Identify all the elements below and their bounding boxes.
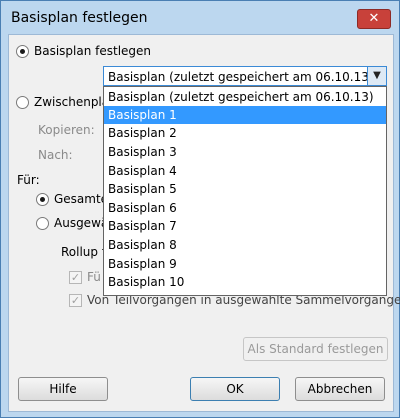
dropdown-item[interactable]: Basisplan 2 bbox=[104, 124, 386, 142]
basisplan-combobox[interactable]: Basisplan (zuletzt gespeichert am 06.10.… bbox=[103, 66, 387, 86]
basisplan-radio[interactable] bbox=[16, 45, 29, 58]
dialog-window: Basisplan festlegen ✕ Basisplan festlege… bbox=[0, 0, 400, 418]
dropdown-item[interactable]: Basisplan 6 bbox=[104, 199, 386, 217]
combobox-value: Basisplan (zuletzt gespeichert am 06.10.… bbox=[108, 70, 374, 84]
dropdown-item[interactable]: Basisplan 3 bbox=[104, 143, 386, 161]
rollup-fuer-checkbox[interactable]: ✓ bbox=[69, 271, 82, 284]
dropdown-item[interactable]: Basisplan 8 bbox=[104, 236, 386, 254]
title-bar: Basisplan festlegen ✕ bbox=[1, 1, 399, 33]
zwischenplan-radio-label: Zwischenpla bbox=[34, 95, 110, 109]
dialog-title: Basisplan festlegen bbox=[11, 10, 148, 26]
dropdown-item[interactable]: Basisplan 9 bbox=[104, 255, 386, 273]
abbrechen-button[interactable]: Abbrechen bbox=[295, 377, 385, 401]
basisplan-radio-label: Basisplan festlegen bbox=[34, 44, 152, 58]
ausgewaehlte-vorgaenge-label: Ausgewä bbox=[54, 216, 109, 230]
rollup-fuer-label: Fü bbox=[87, 270, 101, 284]
dropdown-item[interactable]: Basisplan 4 bbox=[104, 162, 386, 180]
fuer-label: Für: bbox=[17, 173, 40, 187]
nach-label: Nach: bbox=[38, 148, 73, 162]
dropdown-item[interactable]: Basisplan 10 bbox=[104, 273, 386, 291]
dropdown-item-selected[interactable]: Basisplan 1 bbox=[104, 106, 386, 124]
ausgewaehlte-vorgaenge-radio[interactable] bbox=[36, 217, 49, 230]
dropdown-item[interactable]: Basisplan 7 bbox=[104, 217, 386, 235]
chevron-down-icon[interactable]: ▼ bbox=[367, 67, 386, 85]
gesamtes-projekt-label: Gesamte bbox=[54, 192, 109, 206]
close-icon: ✕ bbox=[368, 11, 380, 26]
dialog-client-area: Basisplan festlegen Basisplan (zuletzt g… bbox=[8, 34, 400, 412]
kopieren-label: Kopieren: bbox=[38, 123, 95, 137]
gesamtes-projekt-radio[interactable] bbox=[36, 193, 49, 206]
als-standard-festlegen-button[interactable]: Als Standard festlegen bbox=[243, 337, 388, 361]
ok-button[interactable]: OK bbox=[190, 377, 280, 401]
dropdown-item[interactable]: Basisplan 5 bbox=[104, 180, 386, 198]
hilfe-button[interactable]: Hilfe bbox=[18, 377, 108, 401]
basisplan-dropdown-list: Basisplan (zuletzt gespeichert am 06.10.… bbox=[103, 86, 387, 296]
teilvorgaenge-checkbox[interactable]: ✓ bbox=[69, 294, 82, 307]
close-button[interactable]: ✕ bbox=[357, 9, 391, 29]
zwischenplan-radio[interactable] bbox=[16, 96, 29, 109]
dropdown-item[interactable]: Basisplan (zuletzt gespeichert am 06.10.… bbox=[104, 88, 386, 106]
rollup-label: Rollup f bbox=[61, 245, 107, 259]
